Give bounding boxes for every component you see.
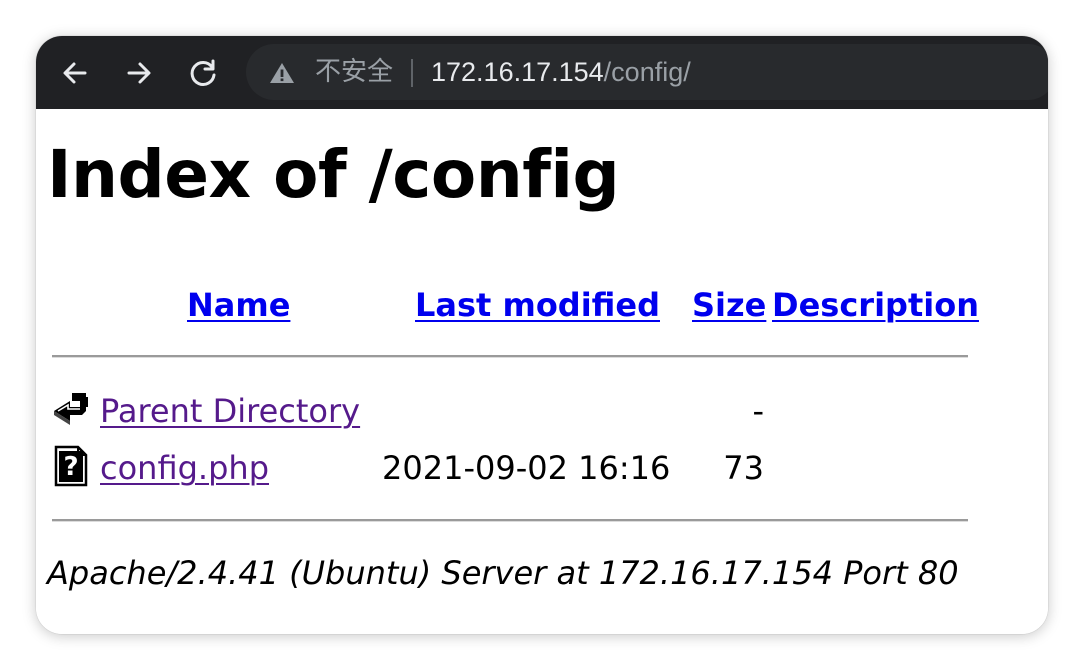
- unknown-file-icon: ?: [54, 445, 88, 487]
- url-host: 172.16.17.154: [431, 57, 604, 87]
- back-icon: [54, 393, 88, 425]
- footer-rule: [52, 519, 968, 522]
- column-header-name[interactable]: Name: [187, 285, 290, 325]
- row-last-modified: 2021-09-02 16:16: [382, 449, 671, 487]
- warning-icon[interactable]: [268, 61, 296, 85]
- address-bar[interactable]: 不安全 172.16.17.154/config/: [246, 44, 1048, 100]
- page-title: Index of /config: [47, 136, 620, 213]
- browser-toolbar: 不安全 172.16.17.154/config/: [36, 36, 1048, 109]
- security-label[interactable]: 不安全: [315, 56, 393, 88]
- url-text[interactable]: 172.16.17.154/config/: [431, 55, 691, 89]
- file-link[interactable]: config.php: [100, 448, 269, 488]
- column-header-size[interactable]: Size: [692, 285, 766, 325]
- header-rule: [52, 355, 968, 358]
- column-header-last-modified[interactable]: Last modified: [415, 285, 660, 325]
- forward-arrow-icon: [127, 62, 151, 84]
- row-size: -: [752, 392, 764, 430]
- browser-window: 不安全 172.16.17.154/config/ Index of /conf…: [36, 36, 1048, 634]
- parent-directory-link[interactable]: Parent Directory: [100, 391, 360, 431]
- svg-text:?: ?: [63, 452, 78, 482]
- page-content: Index of /config Name Last modified Size…: [36, 109, 1048, 634]
- reload-button[interactable]: [184, 54, 222, 92]
- forward-button[interactable]: [120, 54, 158, 92]
- omnibox-divider: [411, 59, 413, 87]
- url-path: /config/: [603, 57, 691, 87]
- row-size: 73: [723, 449, 764, 487]
- reload-icon: [190, 59, 216, 86]
- back-arrow-icon: [63, 62, 87, 84]
- column-header-description[interactable]: Description: [772, 285, 979, 325]
- back-button[interactable]: [56, 54, 94, 92]
- server-signature: Apache/2.4.41 (Ubuntu) Server at 172.16.…: [47, 554, 959, 592]
